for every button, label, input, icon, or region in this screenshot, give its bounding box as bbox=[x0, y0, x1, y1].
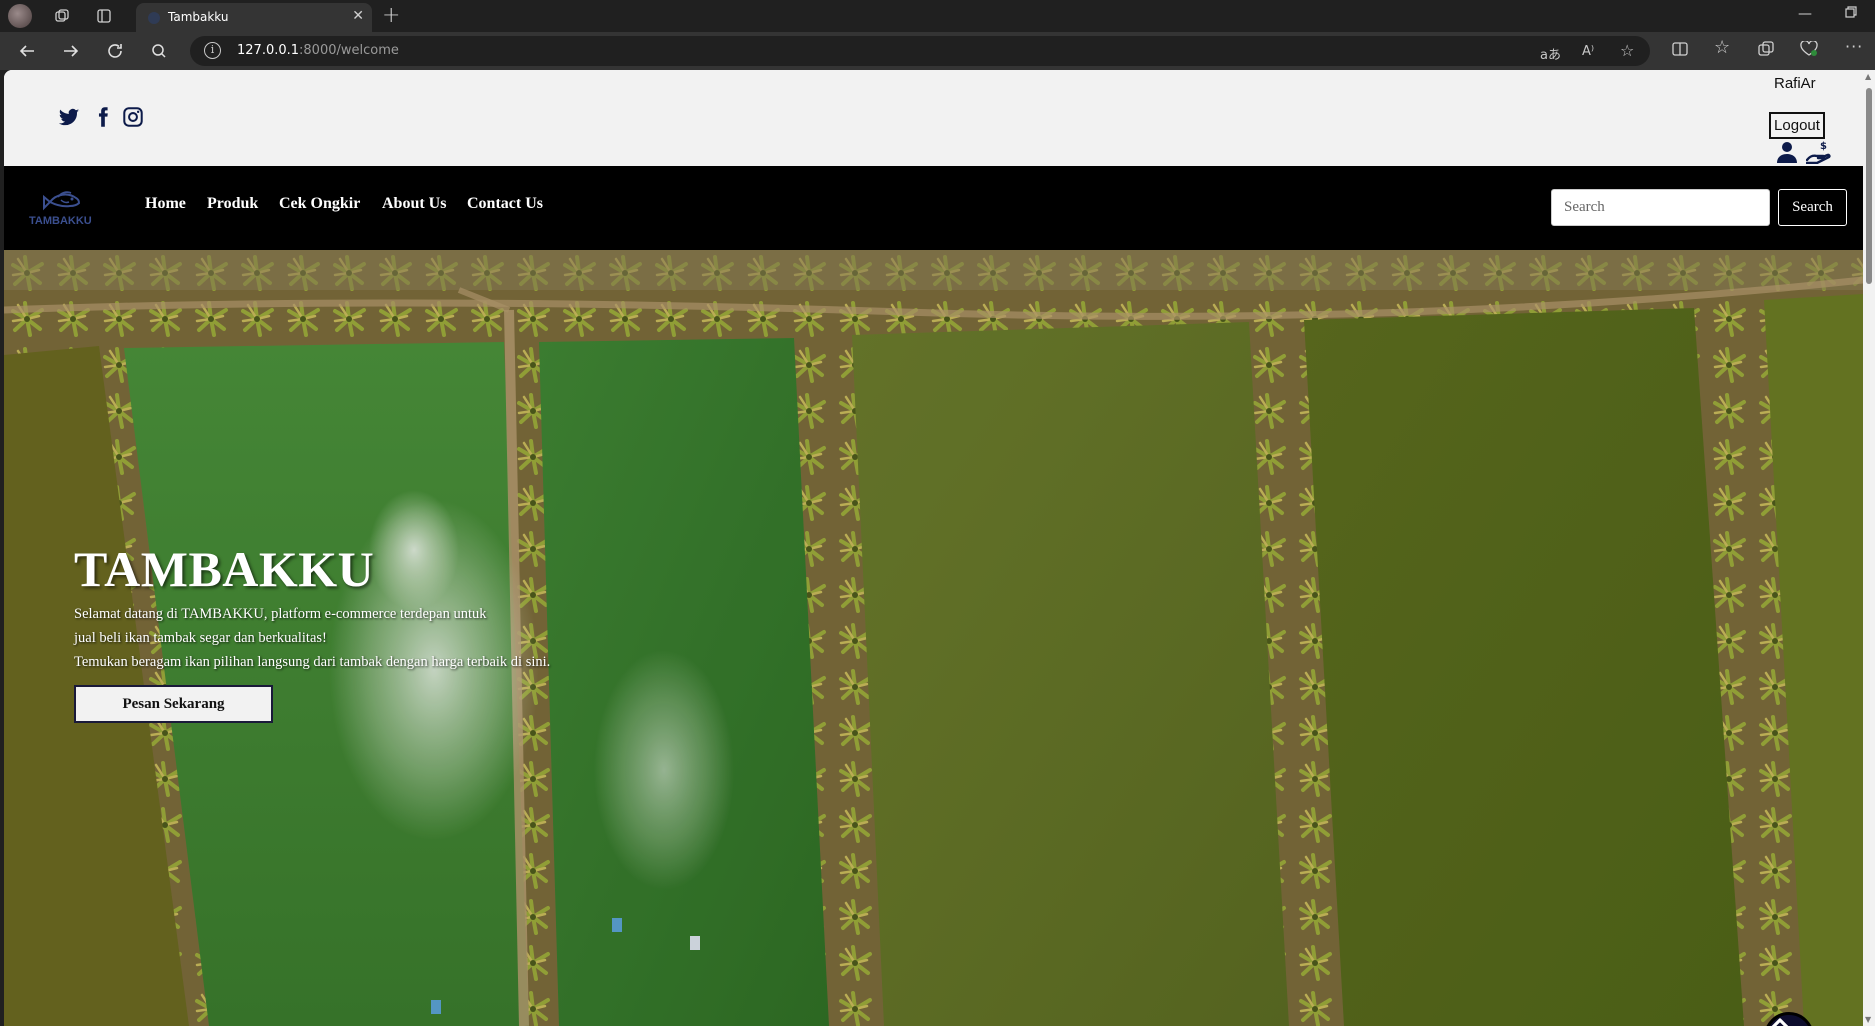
tab-actions-icon[interactable] bbox=[92, 4, 116, 28]
info-icon[interactable]: i bbox=[204, 42, 221, 59]
minimize-icon[interactable]: — bbox=[1798, 6, 1812, 22]
hero-line-1: Selamat datang di TAMBAKKU, platform e-c… bbox=[74, 606, 487, 622]
order-now-button[interactable]: Pesan Sekarang bbox=[74, 685, 273, 723]
address-bar[interactable]: i 127.0.0.1:8000/welcome aあ A⁾ ☆ bbox=[190, 36, 1650, 66]
search-icon[interactable] bbox=[146, 39, 172, 63]
collections-icon[interactable] bbox=[1758, 41, 1774, 61]
chevron-up-icon bbox=[1771, 1018, 1789, 1026]
tab-favicon bbox=[148, 12, 160, 24]
scroll-thumb[interactable] bbox=[1866, 88, 1872, 284]
facebook-icon[interactable] bbox=[92, 106, 114, 128]
hero-section: TAMBAKKU Selamat datang di TAMBAKKU, pla… bbox=[4, 250, 1863, 1026]
nav-cek-ongkir[interactable]: Cek Ongkir bbox=[279, 195, 360, 213]
nav-produk[interactable]: Produk bbox=[207, 195, 258, 213]
main-navbar: TAMBAKKU Home Produk Cek Ongkir About Us… bbox=[4, 166, 1863, 250]
top-bar: RafiAr Logout $ bbox=[4, 70, 1863, 166]
tab-title: Tambakku bbox=[168, 10, 229, 24]
restore-icon[interactable] bbox=[1845, 6, 1857, 22]
hero-line-2: jual beli ikan tambak segar dan berkuali… bbox=[74, 630, 327, 646]
logout-button[interactable]: Logout bbox=[1769, 112, 1825, 139]
scroll-up-icon[interactable]: ▲ bbox=[1865, 72, 1871, 81]
read-aloud-icon[interactable]: A⁾ bbox=[1582, 44, 1594, 59]
page-viewport: RafiAr Logout $ TAMBAKKU Home Produk Cek… bbox=[4, 70, 1863, 1026]
health-icon[interactable] bbox=[1800, 40, 1818, 61]
address-url: 127.0.0.1:8000/welcome bbox=[237, 43, 399, 58]
user-icon[interactable] bbox=[1774, 140, 1800, 164]
refresh-icon[interactable] bbox=[102, 39, 128, 63]
more-icon[interactable]: ··· bbox=[1845, 37, 1863, 56]
browser-toolbar: i 127.0.0.1:8000/welcome aあ A⁾ ☆ ☆ ··· bbox=[0, 32, 1875, 70]
browser-tab-bar: Tambakku ✕ + — bbox=[0, 0, 1875, 32]
user-name: RafiAr bbox=[1774, 75, 1816, 92]
search-input[interactable] bbox=[1551, 189, 1770, 226]
twitter-icon[interactable] bbox=[58, 106, 80, 128]
workspaces-icon[interactable] bbox=[50, 4, 74, 28]
instagram-icon[interactable] bbox=[122, 106, 144, 128]
translate-icon[interactable]: aあ bbox=[1540, 44, 1561, 63]
new-tab-icon[interactable]: + bbox=[382, 3, 400, 28]
hero-line-3: Temukan beragam ikan pilihan langsung da… bbox=[74, 654, 551, 670]
favorite-icon[interactable]: ☆ bbox=[1620, 41, 1634, 60]
favorites-icon[interactable]: ☆ bbox=[1714, 37, 1730, 58]
back-icon[interactable] bbox=[14, 39, 40, 63]
tab-tambakku[interactable]: Tambakku ✕ bbox=[136, 3, 372, 32]
svg-text:$: $ bbox=[1820, 141, 1827, 152]
scroll-down-icon[interactable]: ▼ bbox=[1865, 1015, 1871, 1024]
forward-icon[interactable] bbox=[58, 39, 84, 63]
hero-title: TAMBAKKU bbox=[74, 541, 375, 597]
svg-text:TAMBAKKU: TAMBAKKU bbox=[29, 215, 92, 227]
profile-avatar[interactable] bbox=[8, 4, 32, 28]
tab-close-icon[interactable]: ✕ bbox=[352, 8, 364, 24]
split-screen-icon[interactable] bbox=[1672, 41, 1688, 61]
hero-description: Selamat datang di TAMBAKKU, platform e-c… bbox=[74, 602, 550, 674]
sell-icon[interactable]: $ bbox=[1806, 140, 1832, 164]
nav-home[interactable]: Home bbox=[145, 195, 186, 213]
nav-contact-us[interactable]: Contact Us bbox=[467, 195, 543, 213]
tambakku-logo[interactable]: TAMBAKKU bbox=[28, 186, 102, 228]
page-scrollbar[interactable]: ▲ ▼ bbox=[1863, 70, 1875, 1026]
search-button[interactable]: Search bbox=[1778, 189, 1847, 226]
nav-about-us[interactable]: About Us bbox=[382, 195, 446, 213]
